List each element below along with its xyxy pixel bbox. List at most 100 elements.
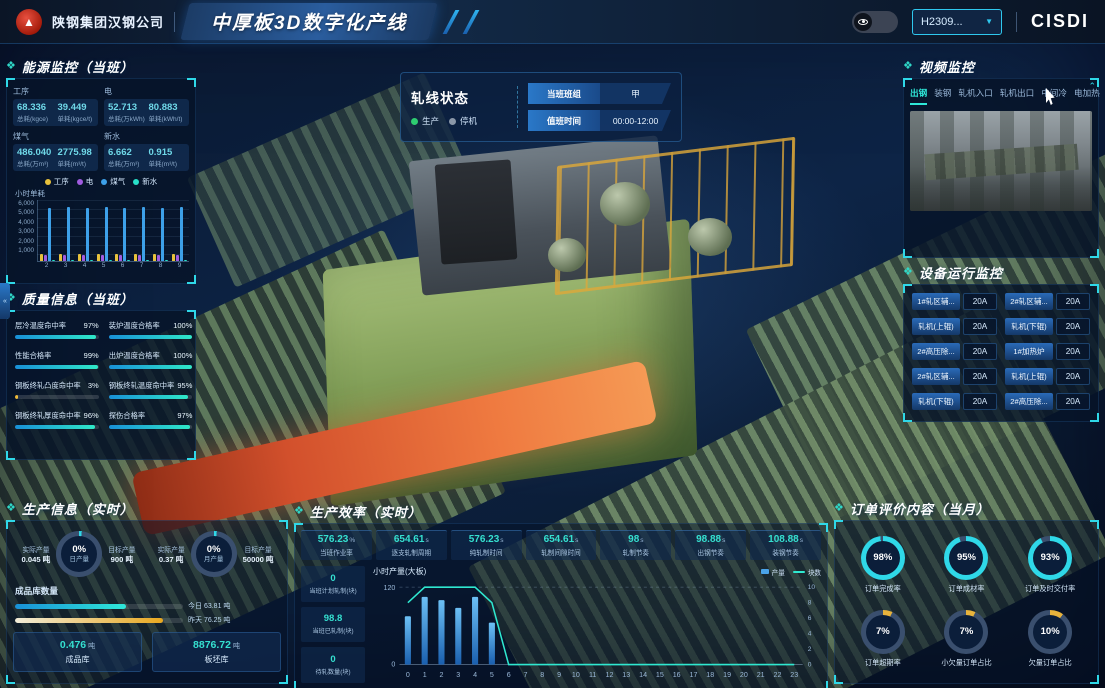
- energy-group-name: 工序: [13, 86, 98, 97]
- legend-dot: [101, 179, 107, 185]
- bar: [63, 255, 66, 261]
- bar: [157, 255, 160, 261]
- x-tick-label: 8: [151, 262, 170, 269]
- legend-swatch: [793, 571, 805, 573]
- bar: [97, 254, 100, 261]
- x-tick-label: 3: [56, 262, 75, 269]
- energy-group-box: 68.336总耗(kgce)39.449单耗(kgce/t): [13, 99, 98, 126]
- legend-dot: [45, 179, 51, 185]
- quality-collapse-handle[interactable]: «: [0, 283, 10, 319]
- legend-label: 新水: [142, 176, 157, 187]
- inventory-bar-row: 今日 63.81 吨: [15, 601, 279, 611]
- order-ring: 7%: [861, 610, 905, 654]
- bar: [44, 255, 47, 261]
- side-stat-label: 当班已轧制(块): [303, 626, 363, 635]
- efficiency-stat-value: 654.61s: [528, 534, 595, 545]
- actual-output-stat: 实际产量0.045 吨: [22, 544, 51, 565]
- bar: [123, 208, 126, 261]
- bar: [82, 255, 85, 261]
- line-status-rows: 当班班组甲值班时间00:00-12:00: [528, 83, 671, 131]
- efficiency-side-stat: 0待轧数量(块): [301, 647, 365, 683]
- ring-sublabel: 月产量: [204, 556, 224, 564]
- equipment-name-button[interactable]: 2#高压除...: [1005, 393, 1053, 410]
- energy-panel: ❖ 能源监控（当班） 工序68.336总耗(kgce)39.449单耗(kgce…: [6, 56, 196, 284]
- svg-text:12: 12: [606, 671, 614, 679]
- energy-value: 80.883: [149, 102, 186, 113]
- visibility-toggle[interactable]: [852, 11, 898, 33]
- svg-text:18: 18: [706, 671, 714, 679]
- block-count-line: [408, 587, 794, 664]
- inventory-card-value: 0.476吨: [18, 639, 137, 651]
- ring-sublabel: 日产量: [70, 556, 90, 564]
- video-tab-轧机入口[interactable]: 轧机入口: [958, 87, 992, 105]
- legend-label: 块数: [808, 567, 821, 577]
- ring-label: 欠量订单占比: [1029, 658, 1072, 668]
- corner-bracket: [1090, 249, 1099, 258]
- production-panel-title-text: 生产信息（实时）: [22, 499, 134, 518]
- quality-value: 99%: [84, 351, 99, 360]
- equipment-name-button[interactable]: 2#高压除...: [912, 343, 960, 360]
- header-divider: [1016, 12, 1017, 32]
- hour-bar: [472, 597, 478, 665]
- video-tab-装钢[interactable]: 装钢: [934, 87, 951, 105]
- equipment-name-button[interactable]: 1#轧区辅...: [912, 293, 960, 310]
- energy-unit-label: 总耗(万m³): [17, 158, 54, 168]
- order-ring-cell: 10%欠量订单占比: [1010, 605, 1090, 673]
- production-gauge-group: 实际产量0.37 吨0%月产量目标产量50000 吨: [150, 531, 281, 577]
- equipment-name-button[interactable]: 2#轧区辅...: [912, 368, 960, 385]
- video-tab-出钢[interactable]: 出钢: [910, 87, 927, 105]
- order-select-dropdown[interactable]: H2309... ▼: [912, 9, 1002, 35]
- energy-group-name: 新水: [104, 131, 189, 142]
- video-tab-中间冷[interactable]: 中间冷: [1041, 87, 1067, 105]
- inventory-bar-track: [15, 618, 183, 623]
- equipment-name-button[interactable]: 1#加热炉: [1005, 343, 1053, 360]
- ring-value: 93%: [1041, 552, 1060, 563]
- efficiency-stat-unit: s: [800, 537, 803, 544]
- corner-bracket: [187, 451, 196, 460]
- ring-label: 订单完成率: [865, 584, 901, 594]
- legend-label: 工序: [54, 176, 69, 187]
- diamond-icon: ❖: [903, 61, 913, 72]
- legend-label: 煤气: [110, 176, 125, 187]
- y-tick-label: 4,000: [18, 219, 34, 226]
- video-expand-icon[interactable]: ⌃: [1088, 81, 1096, 92]
- x-tick-label: 4: [75, 262, 94, 269]
- energy-chart-title: 小时单耗: [15, 188, 189, 199]
- target-output-stat: 目标产量900 吨: [108, 544, 135, 565]
- quality-item: 钢板终轧凸度命中率3%: [15, 381, 99, 399]
- efficiency-stat-unit: s: [575, 537, 578, 544]
- inventory-card-label: 成品库: [18, 654, 137, 665]
- ring-label: 小欠量订单占比: [941, 658, 991, 668]
- equipment-name-button[interactable]: 轧机(上辊): [1005, 368, 1053, 385]
- video-feed[interactable]: [910, 111, 1092, 211]
- inventory-card-unit: 吨: [88, 643, 95, 650]
- order-ring-cell: 7%订单超期率: [843, 605, 923, 673]
- inventory-bar-track: [15, 604, 183, 609]
- header-slash-decor: [443, 10, 460, 34]
- equipment-grid: 1#轧区辅...20A2#轧区辅...20A轧机(上辊)20A轧机(下辊)20A…: [910, 291, 1092, 412]
- svg-text:8: 8: [540, 671, 544, 679]
- inventory-cards: 0.476吨成品库8876.72吨板坯库: [13, 632, 281, 672]
- efficiency-stat-label: 逐支轧制周期: [378, 547, 445, 557]
- energy-group: 新水6.662总耗(万m³)0.915单耗(m³/t): [104, 130, 189, 171]
- production-ring-gauge: 0%月产量: [191, 531, 237, 577]
- page-title-badge: 中厚板3D数字化产线: [180, 3, 438, 40]
- equipment-name-button[interactable]: 轧机(下辊): [912, 393, 960, 410]
- quality-item: 层冷温度命中率97%: [15, 321, 99, 339]
- diamond-icon: ❖: [294, 506, 304, 517]
- equipment-current-value: 20A: [963, 368, 997, 385]
- video-tab-轧机出口[interactable]: 轧机出口: [1000, 87, 1034, 105]
- bar: [165, 260, 168, 261]
- equipment-name-button[interactable]: 轧机(上辊): [912, 318, 960, 335]
- diamond-icon: ❖: [6, 503, 16, 514]
- equipment-name-button[interactable]: 2#轧区辅...: [1005, 293, 1053, 310]
- equipment-name-button[interactable]: 轧机(下辊): [1005, 318, 1053, 335]
- equipment-item: 1#轧区辅...20A: [912, 293, 997, 310]
- efficiency-side-stat: 98.8当班已轧制(块): [301, 607, 365, 643]
- status-dot: [411, 118, 418, 125]
- y-tick-label: 1,000: [18, 247, 34, 254]
- quality-label: 钢板终轧温度命中率: [109, 381, 175, 391]
- svg-text:14: 14: [639, 671, 647, 679]
- ring-value: 7%: [876, 626, 890, 637]
- inventory-title: 成品库数量: [15, 585, 281, 597]
